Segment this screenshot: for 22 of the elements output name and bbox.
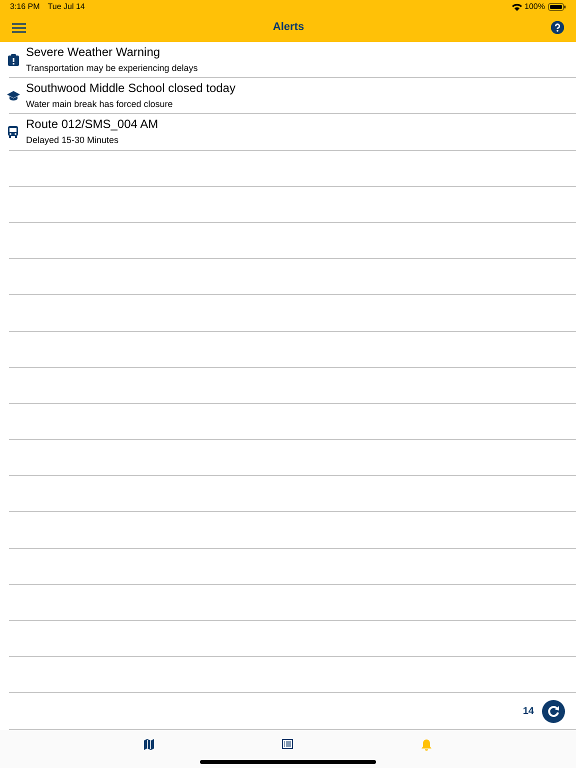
wifi-icon	[512, 2, 522, 10]
graduation-cap-icon	[6, 91, 20, 102]
alert-message: Transportation may be experiencing delays	[26, 62, 198, 76]
status-time: 3:16 PM	[10, 0, 40, 12]
status-date: Tue Jul 14	[48, 0, 85, 12]
alert-message: Water main break has forced closure	[26, 98, 174, 112]
list-icon-tab[interactable]	[282, 739, 293, 749]
alert-title: Route 012/SMS_004 AM	[26, 117, 158, 132]
refresh-button[interactable]	[542, 700, 565, 723]
help-button[interactable]	[551, 21, 564, 34]
bus-icon	[8, 126, 18, 138]
battery-percent: 100%	[524, 0, 545, 12]
refresh-icon	[547, 704, 560, 718]
alert-message: Delayed 15-30 Minutes	[26, 134, 120, 148]
alert-title: Southwood Middle School closed today	[26, 81, 236, 96]
map-icon-tab[interactable]	[144, 739, 154, 750]
refresh-count: 14	[522, 704, 534, 719]
battery-icon	[548, 2, 566, 10]
menu-button[interactable]	[12, 22, 26, 34]
alert-title: Severe Weather Warning	[26, 45, 162, 60]
nav-title: Alerts	[272, 20, 306, 36]
clipboard-alert-icon	[8, 54, 18, 66]
